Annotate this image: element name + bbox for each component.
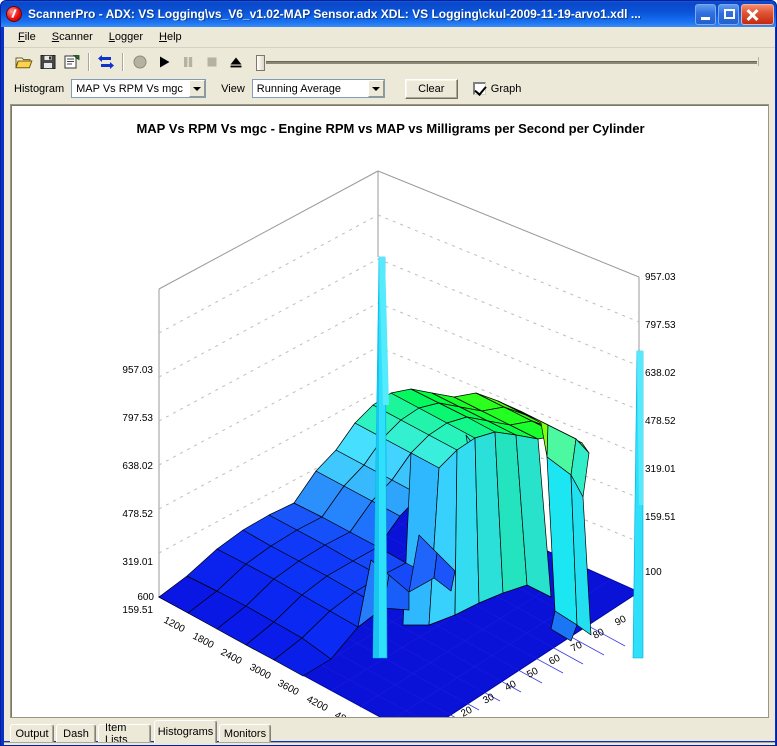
chevron-down-icon[interactable]	[189, 80, 206, 97]
z-tick-right-2: 638.02	[645, 368, 676, 379]
scannerpro-icon	[6, 6, 22, 22]
open-icon	[15, 57, 33, 69]
tab-strip: Output Dash Item Lists Histograms Monito…	[4, 720, 775, 745]
stop-button[interactable]	[200, 51, 224, 74]
open-button[interactable]	[12, 51, 36, 74]
eject-button[interactable]	[224, 51, 248, 74]
properties-icon	[64, 55, 79, 69]
swap-arrows-icon	[98, 55, 114, 69]
z-tick-right-3: 478.52	[645, 416, 676, 427]
pause-button[interactable]	[176, 51, 200, 74]
x-tick-4: 3000	[248, 662, 273, 682]
menu-item-scanner[interactable]: Scanner	[44, 29, 101, 45]
view-select[interactable]: Running Average	[251, 79, 385, 98]
playback-slider[interactable]	[254, 52, 761, 72]
y-tick-7: 70	[569, 640, 584, 655]
view-select-value: Running Average	[256, 82, 341, 95]
surface-plot[interactable]: 957.03 797.53 638.02 478.52 319.01 159.5…	[11, 105, 769, 717]
tab-output[interactable]: Output	[10, 724, 54, 743]
slider-end-tick	[758, 57, 759, 66]
window-title: ScannerPro - ADX: VS Logging\vs_V6_v1.02…	[28, 7, 641, 21]
z-tick-right-5: 159.51	[645, 512, 676, 523]
pause-icon	[184, 57, 193, 67]
z-tick-left-2: 638.02	[122, 461, 153, 472]
x-tick-3: 2400	[219, 647, 244, 667]
y-tick-9: 90	[613, 614, 628, 629]
histogram-select-value: MAP Vs RPM Vs mgc	[76, 82, 183, 95]
z-tick-left-5: 159.51	[122, 605, 153, 616]
toolbar	[4, 48, 775, 76]
maximize-button[interactable]	[718, 3, 739, 25]
histogram-label: Histogram	[14, 82, 65, 95]
x-tick-1: 1200	[162, 615, 187, 635]
chevron-down-icon[interactable]	[367, 80, 384, 97]
record-icon	[133, 55, 147, 69]
x-tick-7: 4800	[333, 710, 358, 717]
y-tick-4: 40	[503, 679, 518, 694]
application-window: ScannerPro - ADX: VS Logging\vs_V6_v1.02…	[0, 0, 777, 746]
play-icon	[160, 56, 170, 68]
z-origin-right-label: 100	[645, 567, 662, 578]
z-tick-right-0: 957.03	[645, 272, 676, 283]
tab-dash[interactable]: Dash	[56, 724, 96, 743]
toolbar-separator-2	[122, 53, 124, 71]
check-icon	[474, 83, 487, 96]
menu-bar: FFileile Scanner Logger Help	[4, 27, 775, 48]
view-label: View	[221, 82, 245, 95]
x-tick-2: 1800	[191, 631, 216, 651]
tab-histograms[interactable]: Histograms	[154, 720, 217, 743]
graph-checkbox[interactable]	[472, 82, 487, 96]
caption-buttons	[695, 3, 774, 25]
menu-item-file[interactable]: FFileile	[10, 29, 44, 45]
z-tick-left-1: 797.53	[122, 413, 153, 424]
swap-arrows-button[interactable]	[94, 51, 118, 74]
options-bar: Histogram MAP Vs RPM Vs mgc View Running…	[4, 76, 775, 101]
graph-checkbox-label: Graph	[490, 82, 522, 95]
y-tick-5: 50	[525, 666, 540, 681]
maximize-icon	[724, 8, 735, 19]
tab-monitors[interactable]: Monitors	[219, 724, 271, 743]
client-area: FFileile Scanner Logger Help	[4, 27, 775, 745]
graph-checkbox-wrap[interactable]: Graph	[472, 82, 522, 96]
chart-panel[interactable]: MAP Vs RPM Vs mgc - Engine RPM vs MAP vs…	[10, 104, 769, 718]
slider-thumb[interactable]	[256, 55, 265, 71]
play-button[interactable]	[152, 51, 176, 74]
title-bar: ScannerPro - ADX: VS Logging\vs_V6_v1.02…	[1, 1, 776, 27]
x-tick-6: 4200	[305, 694, 330, 714]
x-tick-5: 3600	[276, 678, 301, 698]
tab-item-lists[interactable]: Item Lists	[98, 722, 151, 745]
clear-button[interactable]: Clear	[404, 78, 458, 99]
minimize-button[interactable]	[695, 3, 716, 25]
menu-item-logger[interactable]: Logger	[101, 29, 151, 45]
z-tick-right-1: 797.53	[645, 320, 676, 331]
x-tick-0: 600	[137, 592, 154, 603]
histogram-select[interactable]: MAP Vs RPM Vs mgc	[71, 79, 207, 98]
z-axis-left-labels: 957.03 797.53 638.02 478.52 319.01 159.5…	[122, 365, 153, 616]
close-button[interactable]	[741, 3, 774, 25]
z-tick-left-0: 957.03	[122, 365, 153, 376]
stop-icon	[207, 57, 217, 67]
record-button[interactable]	[128, 51, 152, 74]
z-tick-left-4: 319.01	[122, 557, 153, 568]
properties-button[interactable]	[60, 51, 84, 74]
z-axis-right-labels: 957.03 797.53 638.02 478.52 319.01 159.5…	[645, 272, 676, 578]
z-tick-left-3: 478.52	[122, 509, 153, 520]
save-button[interactable]	[36, 51, 60, 74]
menu-item-help[interactable]: Help	[151, 29, 190, 45]
slider-track	[266, 61, 757, 64]
z-tick-right-4: 319.01	[645, 464, 676, 475]
save-icon	[40, 55, 56, 69]
toolbar-separator-1	[88, 53, 90, 71]
eject-icon	[230, 57, 242, 68]
minimize-icon	[701, 16, 710, 20]
